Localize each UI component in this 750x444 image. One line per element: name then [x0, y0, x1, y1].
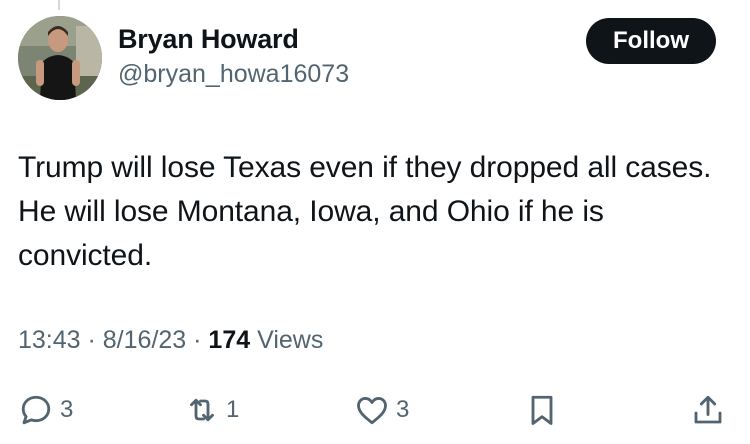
- author-handle[interactable]: @bryan_howa16073: [118, 60, 349, 89]
- heart-icon: [357, 397, 387, 425]
- tweet-date[interactable]: 8/16/23: [103, 326, 186, 354]
- author-display-name[interactable]: Bryan Howard: [118, 24, 299, 55]
- meta-separator: ·: [80, 326, 103, 354]
- reply-count: 3: [60, 396, 74, 423]
- avatar-photo: [18, 16, 102, 100]
- avatar[interactable]: [18, 16, 102, 100]
- retweet-icon: [190, 398, 214, 422]
- retweet-button[interactable]: 1: [184, 388, 239, 432]
- like-button[interactable]: 3: [354, 388, 409, 432]
- like-count: 3: [396, 396, 410, 423]
- action-bar: 3 1 3: [0, 388, 750, 432]
- bookmark-icon: [531, 395, 553, 425]
- follow-button[interactable]: Follow: [586, 18, 716, 64]
- reply-icon: [21, 395, 51, 425]
- bookmark-button[interactable]: [524, 388, 560, 432]
- tweet-meta: 13:43 · 8/16/23 · 174 Views: [18, 326, 323, 355]
- reply-button[interactable]: 3: [18, 388, 73, 432]
- tweet-time[interactable]: 13:43: [18, 326, 81, 354]
- tweet-text: Trump will lose Texas even if they dropp…: [18, 151, 712, 272]
- share-button[interactable]: [690, 388, 726, 432]
- meta-separator: ·: [186, 326, 209, 354]
- thread-connector-line: [58, 0, 60, 10]
- views-label[interactable]: Views: [257, 326, 323, 354]
- views-count[interactable]: 174: [208, 326, 250, 354]
- share-icon: [694, 395, 722, 424]
- retweet-count: 1: [226, 396, 240, 423]
